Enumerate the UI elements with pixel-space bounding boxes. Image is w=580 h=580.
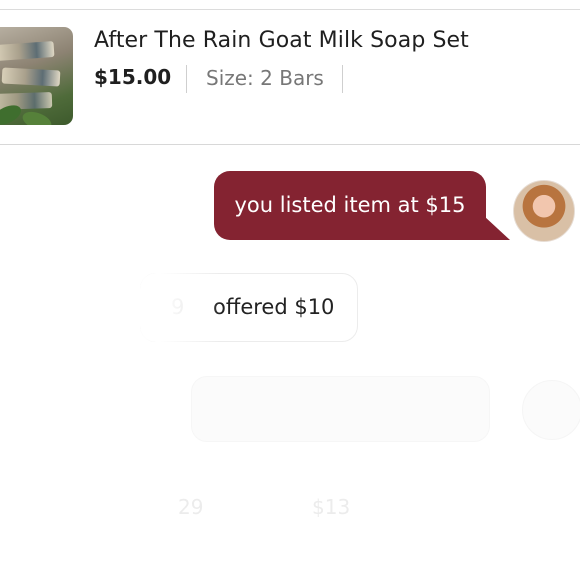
listing-thumbnail[interactable]: [0, 27, 73, 125]
ghost-offer-text: 29 $13: [178, 495, 350, 519]
top-divider: [0, 0, 580, 10]
ghost-avatar: [522, 380, 580, 440]
offer-text: offered $10: [213, 295, 335, 319]
ghost-prefix: 29: [178, 495, 204, 519]
outgoing-message-bubble: you listed item at $15: [214, 171, 486, 240]
ghost-message-bubble: [191, 376, 490, 442]
user-avatar[interactable]: [513, 180, 575, 242]
listing-header[interactable]: After The Rain Goat Milk Soap Set $15.00…: [0, 10, 580, 145]
listing-size: Size: 2 Bars: [206, 66, 324, 90]
outgoing-bubble-tail: [484, 216, 510, 240]
listing-price: $15.00: [94, 65, 172, 89]
fade-overlay: [140, 273, 220, 342]
listing-title[interactable]: After The Rain Goat Milk Soap Set: [94, 28, 469, 53]
size-divider: [342, 65, 343, 93]
ghost-amount: $13: [312, 495, 351, 519]
price-size-divider: [186, 65, 187, 93]
